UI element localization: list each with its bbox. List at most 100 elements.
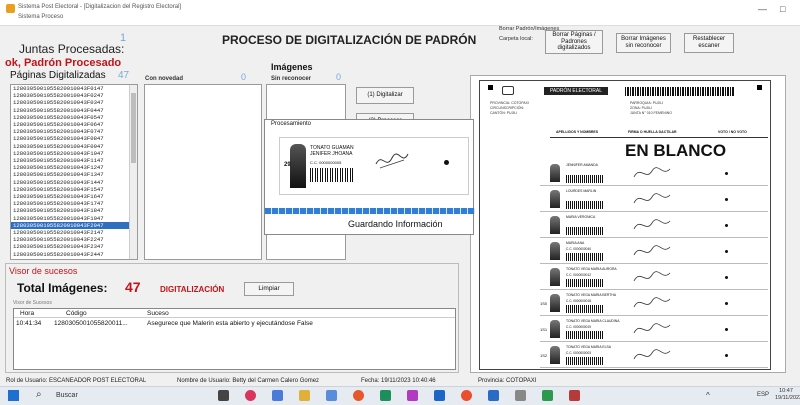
signature-image (633, 349, 671, 360)
vote-dot (725, 198, 728, 201)
app-taskbar-icon[interactable] (434, 390, 445, 401)
photo-image (550, 190, 560, 208)
carpeta-label: Carpeta local: (499, 36, 533, 42)
mode-label: DIGITALIZACIÓN (160, 285, 225, 294)
borrar-paginas-button[interactable]: Borrar Páginas / Padrones digitalizados (545, 30, 603, 54)
list-item[interactable]: 1280305001055820010043F2047 (11, 221, 137, 230)
list-item[interactable]: 1280305001055820010043F0947 (11, 143, 137, 150)
menu-bar[interactable]: Sistema Proceso (18, 14, 63, 20)
vote-dot (444, 160, 449, 165)
vote-dot (725, 250, 728, 253)
limpiar-button[interactable]: Limpiar (244, 282, 294, 296)
row-suceso: Asegurece que Malerin esta abierto y eje… (147, 320, 313, 327)
app-taskbar-icon[interactable] (353, 390, 364, 401)
list-item[interactable]: 1280305001055820010043F0847 (11, 135, 137, 142)
scrollbar-thumb[interactable] (131, 93, 136, 163)
signature-image (633, 219, 671, 230)
search-icon[interactable]: ⌕ (36, 389, 51, 402)
app-taskbar-icon[interactable] (380, 390, 391, 401)
cedula-text: C.C. 0000000005 (310, 160, 342, 165)
list-item[interactable]: 1280305001055820010043F0147 (11, 85, 137, 92)
taskbar-search-input[interactable]: Buscar (56, 392, 78, 399)
list-item[interactable]: 1280305001055820010043F0647 (11, 121, 137, 128)
total-imagenes-label: Total Imágenes: (17, 281, 108, 295)
en-blanco-text: EN BLANCO (625, 141, 727, 160)
doc-row-cc: C.C. 0000000018 (566, 299, 591, 303)
doc-row-number: 1S2 (540, 353, 548, 358)
sucesos-table[interactable]: Hora Código Suceso 10:41:34 128030500105… (13, 308, 456, 370)
excel-icon[interactable] (542, 390, 553, 401)
list-item[interactable]: 1280305001055820010043F1047 (11, 150, 137, 157)
signature-image (633, 245, 671, 256)
list-item[interactable]: 1280305001055820010043F0747 (11, 128, 137, 135)
list-item[interactable]: 1280305001055820010043F1347 (11, 171, 137, 178)
restablecer-escaner-button[interactable]: Restablecer escaner (684, 33, 734, 53)
barcode (566, 357, 604, 365)
list-item[interactable]: 1280305001055820010043F1447 (11, 179, 137, 186)
list-item[interactable]: 1280305001055820010043F2147 (11, 229, 137, 236)
chrome-icon[interactable] (461, 390, 472, 401)
list-item[interactable]: 1280305001055820010043F0547 (11, 114, 137, 121)
vote-dot (725, 302, 728, 305)
juntas-label: Juntas Procesadas: (19, 42, 125, 56)
windows-start-icon[interactable] (8, 390, 19, 401)
maximize-button[interactable]: □ (780, 4, 785, 14)
taskbar-clock[interactable]: 10:47 19/11/2023 (775, 388, 800, 402)
pages-scrollbar[interactable] (129, 85, 137, 259)
list-item[interactable]: 1280305001055820010043F2447 (11, 251, 137, 258)
language-indicator[interactable]: ESP (757, 392, 769, 398)
folder-icon[interactable] (299, 390, 310, 401)
person-name: TONATO GUAMAN JENIFER JHOANA (310, 145, 354, 157)
list-item[interactable]: 1280305001055820010043F1547 (11, 186, 137, 193)
visor-sub-label: Visor de Sucesos (13, 300, 52, 306)
corner-mark (757, 85, 762, 90)
list-item[interactable]: 1280305001055820010043F1247 (11, 164, 137, 171)
con-novedad-listbox[interactable] (144, 84, 262, 260)
barcode (566, 227, 604, 235)
app-taskbar-icon[interactable] (272, 390, 283, 401)
list-item[interactable]: 1280305001055820010043F1147 (11, 157, 137, 164)
vote-dot (725, 172, 728, 175)
list-item[interactable]: 1280305001055820010043F2347 (11, 243, 137, 250)
list-item[interactable]: 1280305001055820010043F1947 (11, 215, 137, 222)
corner-mark (488, 85, 493, 90)
con-novedad-label: Con novedad (145, 76, 184, 82)
task-view-icon[interactable] (218, 390, 229, 401)
doc-row-name: MARIA VERONICA (566, 215, 596, 219)
digitalizar-button[interactable]: (1) Digitalizar (356, 87, 414, 104)
progress-bar (265, 208, 475, 214)
barcode (566, 201, 604, 209)
list-item[interactable]: 1280305001055820010043F2547 (11, 258, 137, 259)
app-taskbar-icon[interactable] (515, 390, 526, 401)
col-hora: Hora (20, 310, 35, 317)
borrar-imagenes-button[interactable]: Borrar Imágenes sin reconocer (616, 33, 671, 53)
app-taskbar-icon[interactable] (569, 390, 580, 401)
minimize-button[interactable]: — (758, 4, 767, 14)
window-title: Sistema Post Electoral - [Digitalizacion… (18, 4, 182, 10)
app-taskbar-icon[interactable] (488, 390, 499, 401)
juntas-count: 1 (120, 32, 127, 44)
doc-row-name: TONATO VEGA MARIA AURORA (566, 267, 617, 271)
list-item[interactable]: 1280305001055820010043F1647 (11, 193, 137, 200)
tray-chevron-icon[interactable]: ^ (706, 391, 710, 400)
app-taskbar-icon[interactable] (245, 390, 256, 401)
processing-preview: 29 TONATO GUAMAN JENIFER JHOANA C.C. 000… (279, 137, 469, 195)
app-taskbar-icon[interactable] (326, 390, 337, 401)
list-item[interactable]: 1280305001055820010043F0447 (11, 107, 137, 114)
pages-listbox[interactable]: 1280305001055820010043F0147 1280305001055… (10, 84, 138, 260)
page-title: PROCESO DE DIGITALIZACIÓN DE PADRÓN (222, 33, 477, 47)
status-provincia: Provincia: COTOPAXI (478, 378, 537, 384)
con-novedad-count: 0 (241, 72, 247, 82)
doc-row: 1S1 TONATO VEGA MARIA CLAUDINA C.C. 000000… (540, 317, 768, 342)
photo-image (290, 144, 306, 188)
visor-title: Visor de sucesos (9, 266, 78, 276)
table-row[interactable]: 10:41:34 1280305001055820011... Asegurec… (14, 319, 455, 328)
list-item[interactable]: 1280305001055820010043F0347 (11, 99, 137, 106)
app-taskbar-icon[interactable] (407, 390, 418, 401)
list-item[interactable]: 1280305001055820010043F2247 (11, 236, 137, 243)
list-item[interactable]: 1280305001055820010043F1847 (11, 207, 137, 214)
list-item[interactable]: 1280305001055820010043F0247 (11, 92, 137, 99)
doc-col-firma: FIRMA O HUELLA DACTILAR (628, 130, 677, 134)
clock-time: 10:47 (779, 388, 793, 394)
list-item[interactable]: 1280305001055820010043F1747 (11, 200, 137, 207)
